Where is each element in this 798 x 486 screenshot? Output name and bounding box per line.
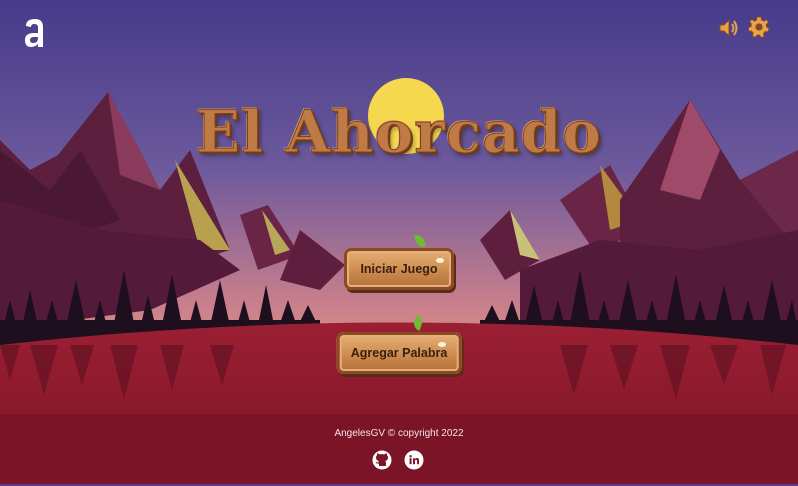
add-word-button[interactable]: Agregar Palabra (336, 332, 462, 374)
copyright-text: AngelesGV © copyright 2022 (334, 428, 464, 439)
footer-band (0, 414, 798, 486)
gear-icon[interactable] (748, 16, 770, 38)
speaker-icon[interactable] (718, 17, 740, 39)
linkedin-icon[interactable] (404, 450, 424, 470)
game-scene: El Ahorcado Iniciar Juego Agregar Palabr… (0, 0, 798, 486)
game-title: El Ahorcado (196, 98, 602, 167)
github-icon[interactable] (372, 450, 392, 470)
background-landscape (0, 0, 798, 486)
start-game-button[interactable]: Iniciar Juego (344, 248, 454, 290)
alura-logo-icon[interactable] (22, 16, 48, 50)
